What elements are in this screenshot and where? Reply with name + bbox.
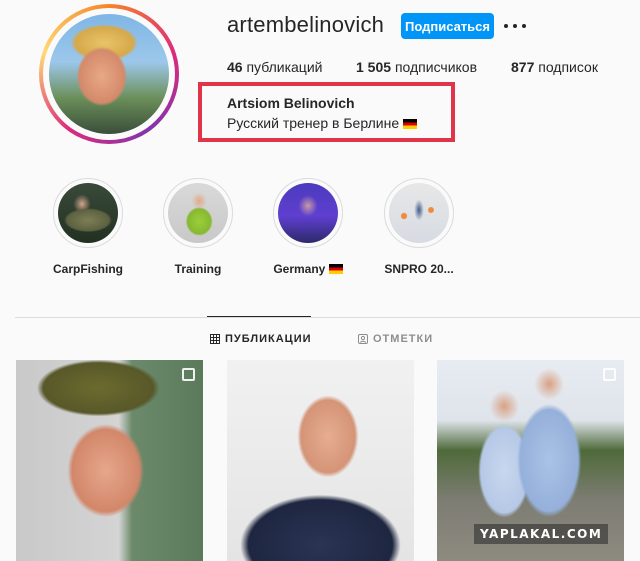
following-count: 877 — [511, 59, 535, 75]
followers-stat[interactable]: 1 505 подписчиков — [356, 59, 477, 75]
highlight-label: Germany — [253, 262, 363, 276]
followers-count: 1 505 — [356, 59, 392, 75]
bio-text: Русский тренер в Берлине — [227, 115, 400, 131]
profile-stats: 46 публикаций 1 505 подписчиков 877 подп… — [0, 59, 640, 79]
highlight-thumbnail — [278, 183, 338, 243]
follow-button[interactable]: Подписаться — [401, 13, 494, 39]
active-tab-indicator — [207, 316, 311, 317]
highlight-snpro[interactable]: SNPRO 20... — [364, 178, 474, 276]
german-flag-icon — [403, 119, 418, 129]
following-stat[interactable]: 877 подписок — [511, 59, 598, 75]
highlight-label: SNPRO 20... — [384, 262, 454, 276]
highlight-thumbnail — [168, 183, 228, 243]
tab-posts-label: ПУБЛИКАЦИИ — [225, 333, 312, 345]
profile-username: artembelinovich — [227, 12, 385, 37]
grid-icon — [210, 334, 220, 344]
highlight-ring — [273, 178, 343, 248]
highlight-ring — [163, 178, 233, 248]
ellipsis-horizontal-icon[interactable] — [504, 18, 526, 34]
bio-highlight-box — [198, 82, 455, 142]
carousel-icon — [603, 368, 616, 381]
tab-tagged-label: ОТМЕТКИ — [373, 333, 434, 345]
highlight-carpfishing[interactable]: CarpFishing — [33, 178, 143, 276]
profile-bio: Русский тренер в Берлине — [227, 115, 418, 131]
post-thumbnail[interactable] — [227, 360, 414, 561]
following-label: подписок — [538, 59, 598, 75]
highlight-ring — [53, 178, 123, 248]
highlight-thumbnail — [389, 183, 449, 243]
highlight-germany[interactable]: Germany — [253, 178, 363, 276]
tabs-divider — [15, 317, 640, 318]
posts-count: 46 — [227, 59, 243, 75]
post-thumbnail[interactable] — [16, 360, 203, 561]
posts-label: публикаций — [246, 59, 323, 75]
highlight-thumbnail — [58, 183, 118, 243]
followers-label: подписчиков — [394, 59, 478, 75]
highlight-label: CarpFishing — [52, 262, 123, 276]
profile-full-name: Artsiom Belinovich — [227, 95, 355, 111]
highlight-training[interactable]: Training — [143, 178, 253, 276]
highlight-ring — [384, 178, 454, 248]
tab-tagged[interactable]: ОТМЕТКИ — [358, 333, 433, 345]
highlight-label: Training — [174, 262, 222, 276]
tab-posts[interactable]: ПУБЛИКАЦИИ — [210, 333, 312, 345]
carousel-icon — [182, 368, 195, 381]
posts-stat[interactable]: 46 публикаций — [227, 59, 322, 75]
watermark: YAPLAKAL.COM — [474, 524, 609, 544]
tagged-user-icon — [358, 334, 368, 344]
highlight-label-text: Germany — [273, 262, 326, 276]
german-flag-icon — [328, 264, 343, 274]
